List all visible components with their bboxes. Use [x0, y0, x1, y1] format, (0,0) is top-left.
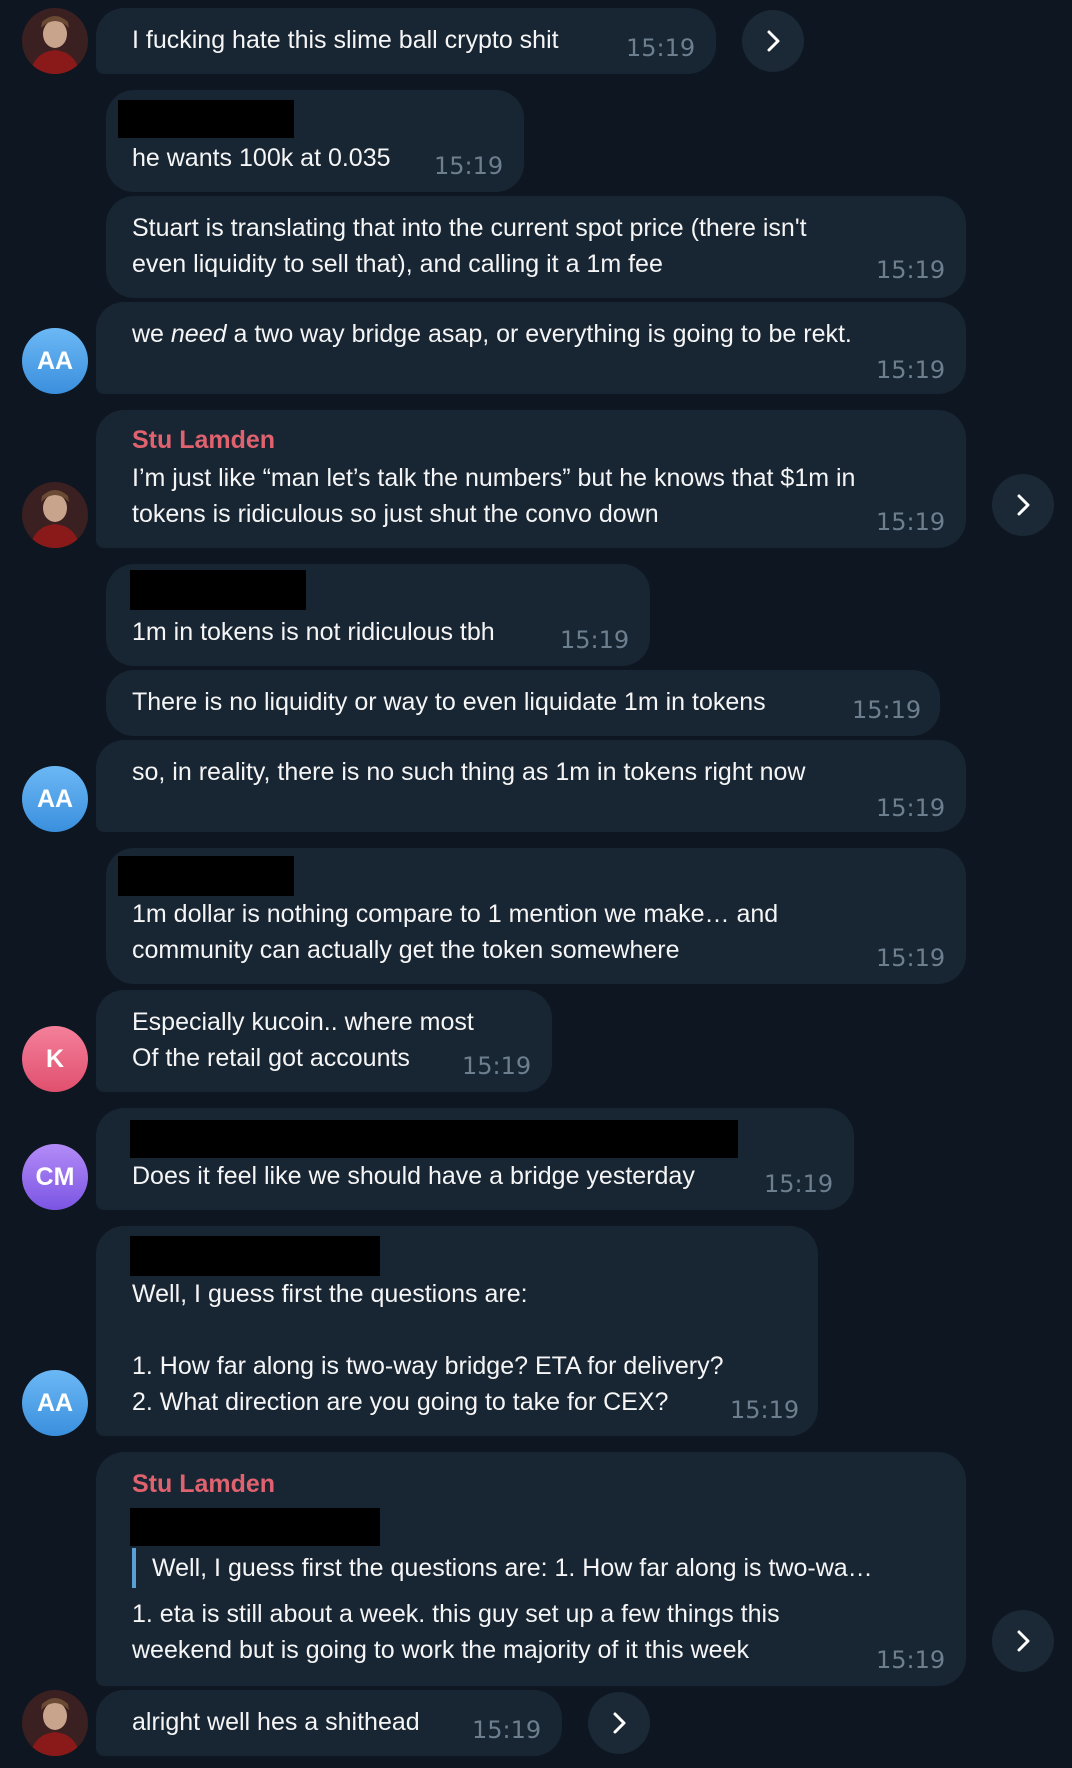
chevron-right-icon	[767, 30, 780, 52]
message-time: 15:19	[876, 508, 946, 536]
message-time: 15:19	[876, 944, 946, 972]
user-photo-icon	[22, 8, 88, 74]
message-bubble[interactable]: alright well hes a shithead 15:19	[96, 1690, 562, 1756]
message-text: I fucking hate this slime ball crypto sh…	[132, 26, 559, 54]
message-time: 15:19	[434, 152, 504, 180]
message-bubble[interactable]: Stu Lamden Well, I guess first the quest…	[96, 1452, 966, 1686]
message-bubble[interactable]: Especially kucoin.. where most Of the re…	[96, 990, 552, 1092]
chevron-right-icon	[1017, 1630, 1030, 1652]
message-bubble[interactable]: There is no liquidity or way to even liq…	[106, 670, 940, 736]
user-photo-icon	[22, 1690, 88, 1756]
redacted-sender-name	[118, 856, 294, 896]
message-time: 15:19	[626, 34, 696, 62]
message-text: I’m just like “man let’s talk the number…	[132, 464, 856, 528]
user-avatar[interactable]: AA	[22, 766, 88, 832]
user-avatar[interactable]	[22, 8, 88, 74]
message-bubble[interactable]: Stuart is translating that into the curr…	[106, 196, 966, 298]
redacted-sender-name	[130, 1236, 380, 1276]
forward-button[interactable]	[588, 1692, 650, 1754]
message-text: Well, I guess first the questions are: 1…	[132, 1280, 724, 1416]
message-text: There is no liquidity or way to even liq…	[132, 688, 766, 716]
user-avatar[interactable]: CM	[22, 1144, 88, 1210]
sender-name[interactable]: Stu Lamden	[132, 1470, 275, 1499]
message-text: 1m in tokens is not ridiculous tbh	[132, 618, 495, 646]
chevron-right-icon	[1017, 494, 1030, 516]
message-text: so, in reality, there is no such thing a…	[132, 758, 806, 786]
message-time: 15:19	[876, 794, 946, 822]
user-avatar[interactable]: K	[22, 1026, 88, 1092]
message-text-part: a two way bridge asap, or everything is …	[226, 320, 852, 348]
message-bubble[interactable]: we need a two way bridge asap, or everyt…	[96, 302, 966, 394]
message-bubble[interactable]: 1m in tokens is not ridiculous tbh 15:19	[106, 564, 650, 666]
message-bubble[interactable]: 1m dollar is nothing compare to 1 mentio…	[106, 848, 966, 984]
redacted-sender-name	[118, 100, 294, 138]
user-avatar[interactable]	[22, 482, 88, 548]
user-avatar[interactable]	[22, 1690, 88, 1756]
message-time: 15:19	[876, 1646, 946, 1674]
message-time: 15:19	[852, 696, 922, 724]
message-bubble[interactable]: so, in reality, there is no such thing a…	[96, 740, 966, 832]
message-text: Stuart is translating that into the curr…	[132, 214, 807, 278]
message-text: alright well hes a shithead	[132, 1708, 420, 1736]
message-text: Does it feel like we should have a bridg…	[132, 1162, 695, 1190]
message-text: Especially kucoin.. where most Of the re…	[132, 1008, 474, 1072]
message-time: 15:19	[560, 626, 630, 654]
forward-button[interactable]	[742, 10, 804, 72]
redacted-sender-name	[130, 570, 306, 610]
sender-name[interactable]: Stu Lamden	[132, 426, 275, 455]
message-time: 15:19	[876, 356, 946, 384]
message-text: 1. eta is still about a week. this guy s…	[132, 1600, 780, 1664]
redacted-sender-name	[130, 1120, 738, 1158]
message-text-part: we	[132, 320, 171, 348]
message-time: 15:19	[472, 1716, 542, 1744]
message-bubble[interactable]: Well, I guess first the questions are: 1…	[96, 1226, 818, 1436]
message-time: 15:19	[876, 256, 946, 284]
message-time: 15:19	[764, 1170, 834, 1198]
message-bubble[interactable]: Stu Lamden I’m just like “man let’s talk…	[96, 410, 966, 548]
message-bubble[interactable]: I fucking hate this slime ball crypto sh…	[96, 8, 716, 74]
message-time: 15:19	[730, 1396, 800, 1424]
message-bubble[interactable]: Does it feel like we should have a bridg…	[96, 1108, 854, 1210]
chevron-right-icon	[613, 1712, 626, 1734]
reply-quote[interactable]: Well, I guess first the questions are: 1…	[132, 1548, 944, 1588]
user-avatar[interactable]: AA	[22, 1370, 88, 1436]
message-time: 15:19	[462, 1052, 532, 1080]
forward-button[interactable]	[992, 474, 1054, 536]
message-text: he wants 100k at 0.035	[132, 144, 391, 172]
message-bubble[interactable]: he wants 100k at 0.035 15:19	[106, 90, 524, 192]
forward-button[interactable]	[992, 1610, 1054, 1672]
redacted-reply-author	[130, 1508, 380, 1546]
user-avatar[interactable]: AA	[22, 328, 88, 394]
message-text: we need a two way bridge asap, or everyt…	[132, 316, 852, 352]
user-photo-icon	[22, 482, 88, 548]
message-text-emphasis: need	[170, 320, 227, 348]
message-text: 1m dollar is nothing compare to 1 mentio…	[132, 900, 779, 964]
